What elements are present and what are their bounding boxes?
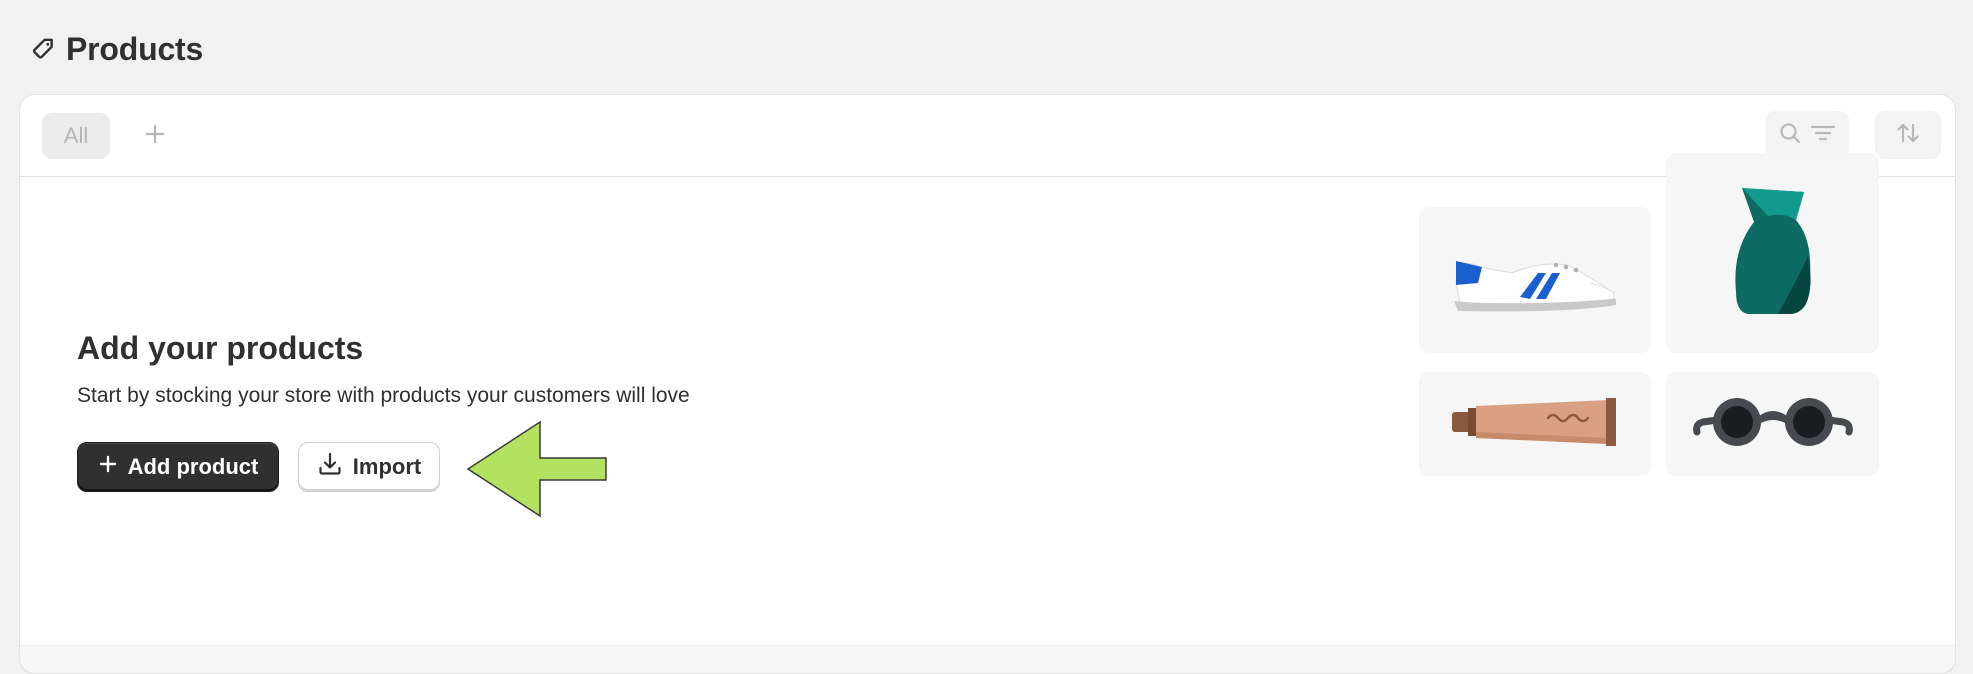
card-toolbar: All xyxy=(20,95,1955,177)
add-product-label: Add product xyxy=(127,454,259,479)
sunglasses-illustration xyxy=(1666,372,1879,476)
plus-icon xyxy=(98,454,118,480)
filter-lines-icon xyxy=(1810,121,1836,150)
arrow-left-icon xyxy=(466,420,608,523)
tube-illustration xyxy=(1419,372,1651,476)
vase-illustration xyxy=(1666,153,1879,353)
download-icon xyxy=(317,451,343,483)
card-footer-strip xyxy=(20,645,1955,673)
sneaker-illustration xyxy=(1419,207,1651,353)
import-button[interactable]: Import xyxy=(298,442,440,492)
add-view-button[interactable] xyxy=(132,113,178,159)
empty-state-heading: Add your products xyxy=(77,330,364,366)
sort-arrows-icon xyxy=(1895,120,1921,151)
sunglasses-icon xyxy=(1692,392,1853,457)
search-icon xyxy=(1778,121,1802,150)
tab-all[interactable]: All xyxy=(42,113,110,159)
sort-button[interactable] xyxy=(1875,111,1941,159)
add-product-button[interactable]: Add product xyxy=(77,442,279,492)
search-filter-button[interactable] xyxy=(1765,111,1849,159)
vase-icon xyxy=(1728,186,1818,321)
tag-icon xyxy=(30,36,56,62)
tube-icon xyxy=(1450,396,1620,453)
sneaker-icon xyxy=(1450,243,1620,318)
page-header: Products xyxy=(30,28,203,70)
plus-icon xyxy=(144,123,166,150)
page-title: Products xyxy=(66,30,204,67)
import-label: Import xyxy=(352,454,422,479)
empty-state-description: Start by stocking your store with produc… xyxy=(77,384,690,407)
